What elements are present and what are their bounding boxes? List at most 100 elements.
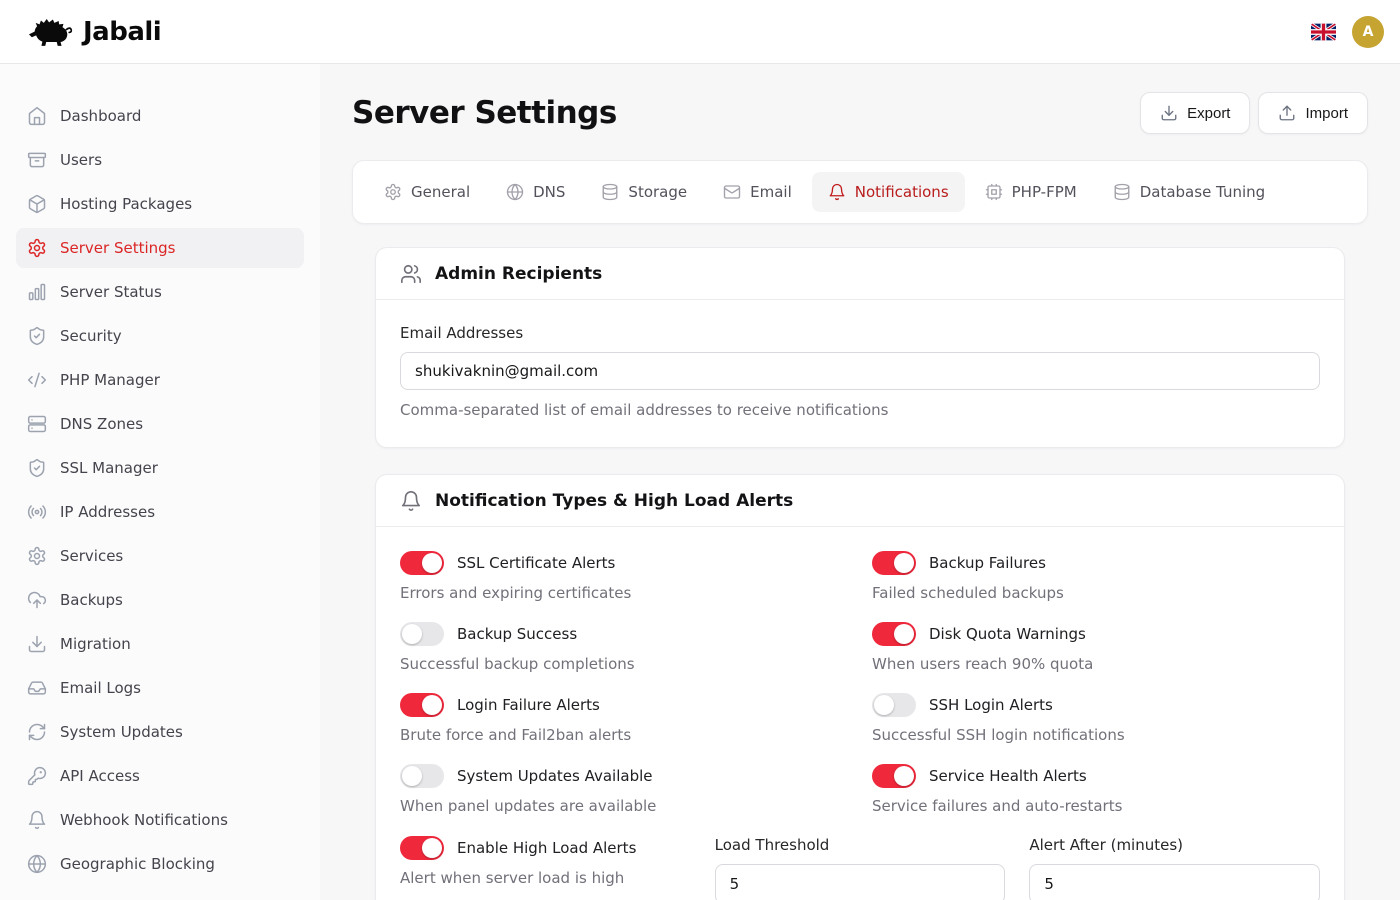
export-button[interactable]: Export (1140, 92, 1250, 134)
load-threshold-input[interactable] (715, 864, 1006, 900)
sidebar: Dashboard Users Hosting Packages Server … (0, 64, 320, 900)
toggle-label: SSH Login Alerts (929, 696, 1053, 714)
sidebar-item-users[interactable]: Users (16, 140, 304, 180)
tab-email[interactable]: Email (707, 172, 808, 212)
toggle-label: Enable High Load Alerts (457, 839, 636, 857)
gear-icon (384, 183, 402, 201)
sidebar-item-php-manager[interactable]: PHP Manager (16, 360, 304, 400)
system-updates-available-toggle[interactable] (400, 764, 444, 788)
sidebar-item-label: Email Logs (60, 679, 141, 697)
toggle-item-ssh-login-alerts: SSH Login Alerts Successful SSH login no… (872, 693, 1320, 744)
bell-icon (27, 810, 47, 830)
toggle-description: Alert when server load is high (400, 869, 691, 887)
toggle-description: Successful backup completions (400, 655, 848, 673)
ssh-login-alerts-toggle[interactable] (872, 693, 916, 717)
email-addresses-help: Comma-separated list of email addresses … (400, 401, 1320, 419)
toggle-label: System Updates Available (457, 767, 653, 785)
mail-icon (723, 183, 741, 201)
shield-check-icon (27, 458, 47, 478)
sidebar-item-label: Server Settings (60, 239, 175, 257)
toggle-knob (422, 695, 442, 715)
sidebar-item-label: System Updates (60, 723, 183, 741)
login-failure-alerts-toggle[interactable] (400, 693, 444, 717)
tab-php-fpm[interactable]: PHP-FPM (969, 172, 1093, 212)
import-button[interactable]: Import (1258, 92, 1368, 134)
email-addresses-input[interactable] (400, 352, 1320, 390)
backup-success-toggle[interactable] (400, 622, 444, 646)
disk-quota-warnings-toggle[interactable] (872, 622, 916, 646)
gear-icon (27, 238, 47, 258)
tab-notifications[interactable]: Notifications (812, 172, 965, 212)
brand-logo[interactable]: Jabali (28, 15, 161, 48)
toggle-item-backup-success: Backup Success Successful backup complet… (400, 622, 848, 673)
sidebar-item-label: PHP Manager (60, 371, 160, 389)
sidebar-item-services[interactable]: Services (16, 536, 304, 576)
globe-icon (27, 854, 47, 874)
user-avatar[interactable]: A (1352, 16, 1384, 48)
download-icon (1160, 104, 1178, 122)
sidebar-item-server-settings[interactable]: Server Settings (16, 228, 304, 268)
sidebar-item-server-status[interactable]: Server Status (16, 272, 304, 312)
sidebar-item-label: Backups (60, 591, 123, 609)
sidebar-item-ip-addresses[interactable]: IP Addresses (16, 492, 304, 532)
sidebar-item-label: DNS Zones (60, 415, 143, 433)
service-health-alerts-toggle[interactable] (872, 764, 916, 788)
sidebar-item-migration[interactable]: Migration (16, 624, 304, 664)
sidebar-item-label: Geographic Blocking (60, 855, 215, 873)
server-icon (27, 414, 47, 434)
tab-label: General (411, 183, 470, 201)
toggle-knob (874, 695, 894, 715)
sidebar-item-hosting-packages[interactable]: Hosting Packages (16, 184, 304, 224)
toggle-item-system-updates-available: System Updates Available When panel upda… (400, 764, 848, 815)
tab-general[interactable]: General (368, 172, 486, 212)
sidebar-item-api-access[interactable]: API Access (16, 756, 304, 796)
notification-types-card: Notification Types & High Load Alerts SS… (375, 474, 1345, 900)
toggle-description: Service failures and auto-restarts (872, 797, 1320, 815)
sidebar-item-label: Security (60, 327, 122, 345)
globe-icon (506, 183, 524, 201)
tab-database-tuning[interactable]: Database Tuning (1097, 172, 1281, 212)
toggle-description: When panel updates are available (400, 797, 848, 815)
backup-failures-toggle[interactable] (872, 551, 916, 575)
toggle-item-ssl-certificate-alerts: SSL Certificate Alerts Errors and expiri… (400, 551, 848, 602)
toggle-label: Service Health Alerts (929, 767, 1087, 785)
tab-storage[interactable]: Storage (585, 172, 703, 212)
toggle-knob (894, 624, 914, 644)
card-title: Notification Types & High Load Alerts (435, 491, 793, 511)
database-icon (601, 183, 619, 201)
upload-icon (1278, 104, 1296, 122)
card-title: Admin Recipients (435, 264, 602, 284)
key-icon (27, 766, 47, 786)
sidebar-item-backups[interactable]: Backups (16, 580, 304, 620)
toggle-item-login-failure-alerts: Login Failure Alerts Brute force and Fai… (400, 693, 848, 744)
tab-dns[interactable]: DNS (490, 172, 581, 212)
export-button-label: Export (1187, 105, 1230, 122)
top-bar: Jabali A (0, 0, 1400, 64)
import-button-label: Import (1305, 105, 1348, 122)
sidebar-item-dns-zones[interactable]: DNS Zones (16, 404, 304, 444)
sidebar-item-dashboard[interactable]: Dashboard (16, 96, 304, 136)
sidebar-item-label: Webhook Notifications (60, 811, 228, 829)
toggle-knob (422, 553, 442, 573)
toggle-description: Errors and expiring certificates (400, 584, 848, 602)
sidebar-item-email-logs[interactable]: Email Logs (16, 668, 304, 708)
sidebar-item-security[interactable]: Security (16, 316, 304, 356)
toggle-description: Successful SSH login notifications (872, 726, 1320, 744)
refresh-icon (27, 722, 47, 742)
alert-after-input[interactable] (1029, 864, 1320, 900)
enable-high-load-alerts-toggle[interactable] (400, 836, 444, 860)
sidebar-item-label: Services (60, 547, 123, 565)
download-icon (27, 634, 47, 654)
tab-label: Storage (628, 183, 687, 201)
shield-check-icon (27, 326, 47, 346)
sidebar-item-geographic-blocking[interactable]: Geographic Blocking (16, 844, 304, 884)
sidebar-item-label: Users (60, 151, 102, 169)
toggle-item-disk-quota-warnings: Disk Quota Warnings When users reach 90%… (872, 622, 1320, 673)
sidebar-item-webhook-notifications[interactable]: Webhook Notifications (16, 800, 304, 840)
language-flag-icon[interactable] (1311, 23, 1336, 41)
package-icon (27, 194, 47, 214)
sidebar-item-system-updates[interactable]: System Updates (16, 712, 304, 752)
sidebar-item-ssl-manager[interactable]: SSL Manager (16, 448, 304, 488)
ssl-certificate-alerts-toggle[interactable] (400, 551, 444, 575)
bar-chart-icon (27, 282, 47, 302)
